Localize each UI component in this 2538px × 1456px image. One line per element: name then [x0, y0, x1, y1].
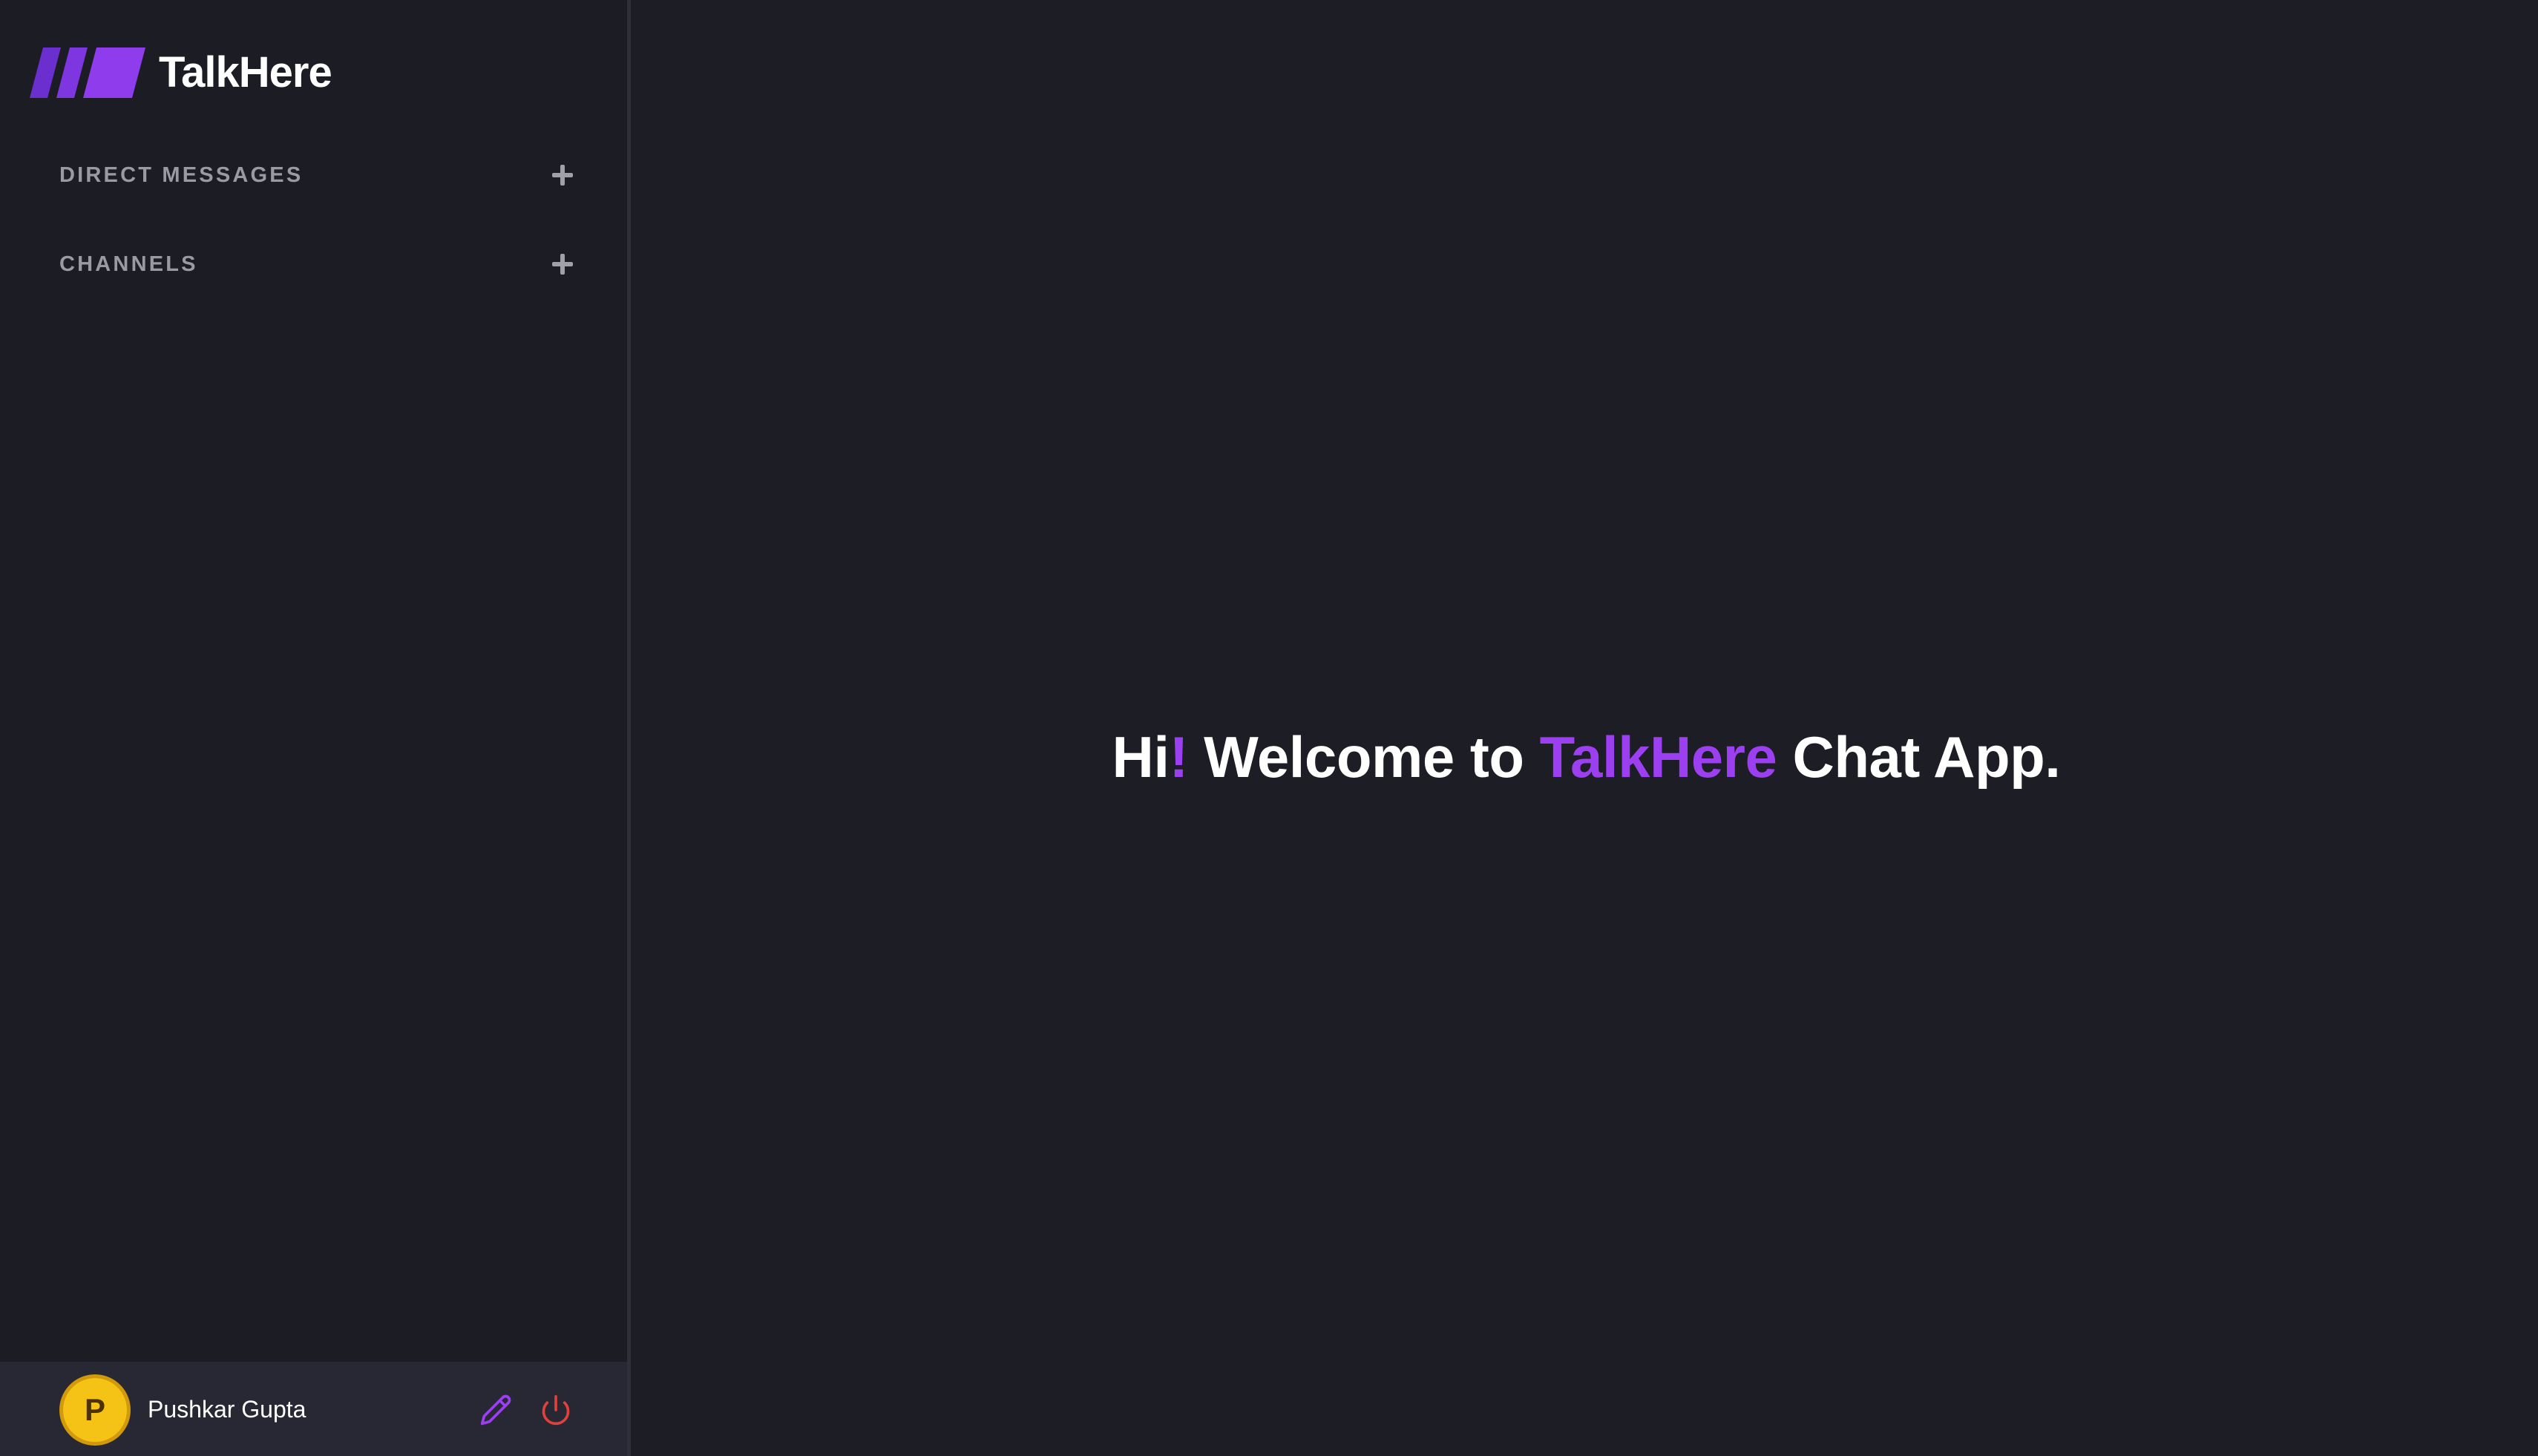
- direct-messages-section: Direct Messages: [59, 154, 579, 196]
- direct-messages-heading: Direct Messages: [59, 163, 304, 187]
- welcome-greeting: Hi: [1112, 724, 1170, 790]
- welcome-exclamation: !: [1169, 724, 1189, 790]
- pencil-icon: [480, 1394, 511, 1426]
- sidebar: TalkHere Direct Messages Channels P Push…: [0, 0, 631, 1456]
- app-name: TalkHere: [159, 48, 332, 96]
- add-direct-message-button[interactable]: [546, 159, 579, 191]
- channels-heading: Channels: [59, 252, 198, 276]
- welcome-brand: TalkHere: [1539, 724, 1777, 790]
- user-name: Pushkar Gupta: [148, 1396, 306, 1423]
- app-root: TalkHere Direct Messages Channels P Push…: [0, 0, 2538, 1456]
- main-content: Hi! Welcome to TalkHere Chat App.: [634, 0, 2538, 1456]
- app-logo[interactable]: TalkHere: [30, 47, 332, 98]
- welcome-text: Welcome to: [1188, 724, 1540, 790]
- user-bar: P Pushkar Gupta: [0, 1362, 627, 1456]
- slanted-bars-logo-icon: [30, 47, 145, 98]
- welcome-suffix: Chat App.: [1777, 724, 2061, 790]
- edit-profile-button[interactable]: [479, 1394, 512, 1426]
- add-channel-button[interactable]: [546, 248, 579, 281]
- channels-section: Channels: [59, 243, 579, 285]
- welcome-message: Hi! Welcome to TalkHere Chat App.: [634, 720, 2538, 794]
- avatar[interactable]: P: [59, 1374, 131, 1446]
- logout-button[interactable]: [540, 1394, 572, 1426]
